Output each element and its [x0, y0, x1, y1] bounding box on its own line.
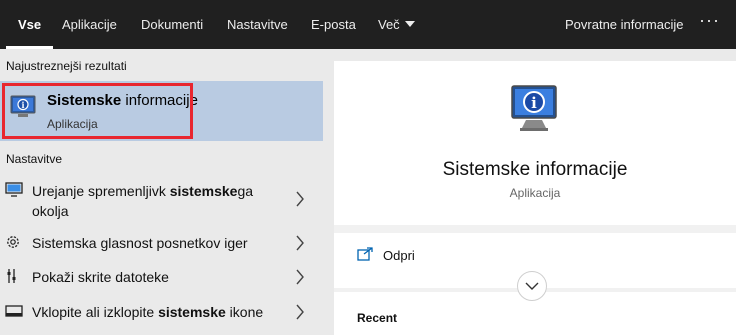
label-line2: okolja	[32, 203, 69, 219]
expand-button[interactable]	[517, 271, 547, 301]
label-part: ikone	[225, 304, 264, 320]
tab-all[interactable]: Vse	[6, 0, 54, 49]
recent-heading: Recent	[357, 311, 398, 325]
search-scope-bar: Vse Aplikacije Dokumenti Nastavitve E-po…	[0, 0, 736, 49]
monitor-icon	[5, 182, 23, 203]
list-item-label: Vklopite ali izklopite sistemske ikone	[32, 302, 263, 322]
tab-apps-label: Aplikacije	[62, 17, 117, 32]
list-item[interactable]: Vklopite ali izklopite sistemske ikone	[0, 300, 323, 324]
system-information-icon: i	[508, 82, 562, 141]
tab-documents[interactable]: Dokumenti	[141, 0, 203, 49]
best-match-heading: Najustreznejši rezultati	[6, 59, 127, 73]
label-part: Urejanje spremenljivk	[32, 183, 170, 199]
label-part: Vklopite ali izklopite	[32, 304, 159, 320]
gear-icon	[5, 234, 21, 255]
tab-all-label: Vse	[18, 17, 42, 32]
taskbar-icon	[5, 303, 23, 324]
ellipsis-icon[interactable]: ···	[699, 0, 720, 49]
tab-email[interactable]: E-posta	[311, 0, 356, 49]
list-item-label: Pokaži skrite datoteke	[32, 267, 169, 287]
feedback-button[interactable]: Povratne informacije	[565, 0, 684, 49]
chevron-right-icon	[295, 304, 305, 325]
toolbar-icon	[5, 268, 21, 289]
preview-subtitle: Aplikacija	[509, 186, 561, 200]
chevron-right-icon	[295, 191, 305, 212]
tab-email-label: E-posta	[311, 17, 356, 32]
tab-settings[interactable]: Nastavitve	[227, 0, 288, 49]
results-pane: Najustreznejši rezultati i Sistemske inf…	[0, 49, 330, 335]
tab-settings-label: Nastavitve	[227, 17, 288, 32]
tab-more-label: Več	[378, 17, 400, 32]
label-bold: sistemske	[169, 183, 238, 199]
list-item[interactable]: Sistemska glasnost posnetkov iger	[0, 231, 323, 255]
label-part: Sistemska glasnost posnetkov iger	[32, 235, 248, 251]
tab-more[interactable]: Več	[378, 0, 415, 49]
chevron-down-icon	[404, 21, 415, 27]
tab-apps[interactable]: Aplikacije	[62, 0, 117, 49]
settings-heading: Nastavitve	[6, 152, 63, 166]
open-label: Odpri	[383, 248, 415, 263]
highlight-box	[2, 83, 193, 139]
list-item[interactable]: Urejanje spremenljivk sistemskega okolja	[0, 177, 323, 225]
list-item-label: Sistemska glasnost posnetkov iger	[32, 233, 248, 253]
label-part: ga	[237, 183, 254, 199]
label-bold: sistemske	[158, 304, 226, 320]
preview-title: Sistemske informacije	[442, 159, 628, 180]
svg-text:i: i	[531, 94, 537, 112]
label-part: Pokaži skrite datoteke	[32, 269, 169, 285]
list-item[interactable]: Pokaži skrite datoteke	[0, 265, 323, 289]
open-icon	[357, 247, 373, 266]
chevron-right-icon	[295, 235, 305, 256]
feedback-label: Povratne informacije	[565, 17, 684, 32]
preview-card: i Sistemske informacije Aplikacija	[334, 61, 736, 225]
chevron-right-icon	[295, 269, 305, 290]
list-item-label: Urejanje spremenljivk sistemskega okolja	[32, 181, 253, 221]
chevron-down-icon	[525, 282, 539, 290]
tab-documents-label: Dokumenti	[141, 17, 204, 32]
preview-pane: i Sistemske informacije Aplikacija Odpri…	[334, 61, 736, 335]
